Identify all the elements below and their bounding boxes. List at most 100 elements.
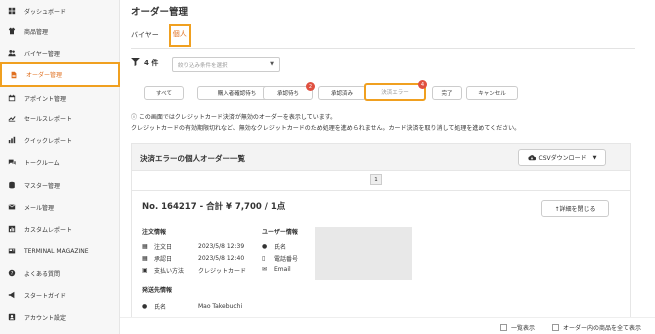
sidebar-item-label: オーダー管理 xyxy=(26,72,63,79)
sidebar-item-talk-room[interactable]: トークルーム xyxy=(0,151,120,173)
sidebar-item-buyers[interactable]: バイヤー管理 xyxy=(0,42,120,64)
mail-icon: ✉ xyxy=(262,266,268,273)
card-title: 決済エラーの個人オーダー一覧 xyxy=(140,154,245,163)
subtab-buyer[interactable]: バイヤー xyxy=(131,30,159,47)
sidebar-item-label: アポイント管理 xyxy=(24,95,67,103)
sidebar-item-label: 商品管理 xyxy=(24,28,49,36)
sidebar-item-mail[interactable]: メール管理 xyxy=(0,196,120,218)
person-icon: ● xyxy=(262,243,268,250)
sidebar-item-appointments[interactable]: アポイント管理 xyxy=(0,87,120,109)
sidebar-item-faq[interactable]: ? よくある質問 xyxy=(0,262,120,284)
divider xyxy=(132,190,630,191)
close-details-button[interactable]: ↑詳細を閉じる xyxy=(541,200,609,217)
sidebar-item-account[interactable]: アカウント設定 xyxy=(0,306,120,328)
pagination-page[interactable]: 1 xyxy=(370,174,382,185)
chevron-down-icon: ▼ xyxy=(592,154,597,161)
show-all-items-toggle[interactable]: オーダー内の商品を全て表示 xyxy=(552,323,641,332)
sidebar-item-terminal-magazine[interactable]: TERMINAL MAGAZINE xyxy=(0,240,120,262)
shirt-icon xyxy=(8,27,16,35)
bottom-bar: 一覧表示 オーダー内の商品を全て表示 xyxy=(120,317,655,334)
sidebar-item-label: よくある質問 xyxy=(24,270,61,278)
csv-download-button[interactable]: CSVダウンロード ▼ xyxy=(518,149,606,166)
person-icon: ● xyxy=(142,303,148,310)
megaphone-icon xyxy=(8,291,16,299)
users-icon xyxy=(8,49,16,57)
sidebar-item-label: スタートガイド xyxy=(24,292,67,300)
order-card: 決済エラーの個人オーダー一覧 CSVダウンロード ▼ 1 No. 164217 … xyxy=(131,143,631,334)
filter-placeholder: 絞り込み条件を選択 xyxy=(178,63,228,69)
chevron-down-icon: ▼ xyxy=(270,61,274,67)
magazine-icon xyxy=(8,247,16,255)
tab-cancel[interactable]: キャンセル xyxy=(466,86,518,100)
phone-icon: ▯ xyxy=(262,255,266,262)
count-badge: 2 xyxy=(306,82,315,91)
sidebar-item-label: バイヤー管理 xyxy=(24,50,60,58)
cloud-download-icon xyxy=(527,155,536,161)
card-header: 決済エラーの個人オーダー一覧 CSVダウンロード ▼ xyxy=(132,144,630,171)
graph-icon xyxy=(8,136,16,144)
database-icon xyxy=(8,181,16,189)
order-title: No. 164217 - 合計 ¥ 7,700 / 1点 xyxy=(142,202,286,212)
card-icon: ▣ xyxy=(142,267,148,274)
main-content: オーダー管理 バイヤー 個人 4 件 絞り込み条件を選択 ▼ すべて 購入者確認… xyxy=(120,0,655,334)
shipping-name-row: ● 氏名 Mao Takebuchi xyxy=(142,303,243,311)
mail-icon xyxy=(8,203,16,211)
sidebar-item-label: トークルーム xyxy=(24,159,60,167)
sidebar: ダッシュボード 商品管理 バイヤー管理 オーダー管理 アポイント管理 セールスレ… xyxy=(0,0,120,334)
user-info-heading: ユーザー情報 xyxy=(262,229,298,236)
tab-payment-error[interactable]: 決済エラー 4 xyxy=(364,80,427,101)
sidebar-item-quick-report[interactable]: クイックレポート xyxy=(0,129,120,151)
count-badge: 4 xyxy=(418,80,427,89)
user-name-row: ● 氏名 xyxy=(262,243,287,251)
divider xyxy=(131,48,635,49)
sidebar-item-dashboard[interactable]: ダッシュボード xyxy=(0,0,120,22)
sidebar-item-label: マスター管理 xyxy=(24,182,61,190)
order-date-row: ▦ 注文日 2023/5/8 12:39 xyxy=(142,243,245,251)
sidebar-item-label: TERMINAL MAGAZINE xyxy=(24,247,89,255)
tab-completed[interactable]: 完了 xyxy=(432,86,462,100)
calendar-icon: ▦ xyxy=(142,255,148,262)
approval-date-row: ▦ 承認日 2023/5/8 12:40 xyxy=(142,255,245,263)
filter-select[interactable]: 絞り込み条件を選択 ▼ xyxy=(172,57,280,72)
question-icon: ? xyxy=(8,269,16,277)
sidebar-item-label: カスタムレポート xyxy=(24,226,73,234)
sidebar-item-sales-report[interactable]: セールスレポート xyxy=(0,107,120,129)
user-info-redacted xyxy=(315,227,412,280)
payment-method-row: ▣ 支払い方法 クレジットカード xyxy=(142,267,247,275)
sidebar-item-custom-report[interactable]: カスタムレポート xyxy=(0,218,120,240)
sidebar-item-start-guide[interactable]: スタートガイド xyxy=(0,284,120,306)
order-info-heading: 注文情報 xyxy=(142,229,167,236)
filter-icon[interactable] xyxy=(131,58,140,68)
shipping-info-heading: 発送先情報 xyxy=(142,287,173,294)
subtabs: バイヤー 個人 xyxy=(131,24,201,47)
page-title: オーダー管理 xyxy=(131,7,189,18)
tab-awaiting-approval[interactable]: 承認待ち 2 xyxy=(263,82,315,100)
sidebar-item-label: アカウント設定 xyxy=(24,314,67,322)
report-icon xyxy=(8,225,16,233)
sidebar-item-label: セールスレポート xyxy=(24,115,73,123)
user-phone-row: ▯ 電話番号 xyxy=(262,255,299,263)
account-icon xyxy=(8,313,16,321)
notice: ⓘ この画面ではクレジットカード決済が無効のオーダーを表示しています。 クレジッ… xyxy=(131,114,521,132)
checkbox[interactable] xyxy=(552,324,559,331)
sidebar-item-label: ダッシュボード xyxy=(24,8,67,16)
info-icon: ⓘ xyxy=(131,114,139,121)
filter-row: 4 件 xyxy=(131,58,163,68)
chart-icon xyxy=(8,114,16,122)
user-email-row: ✉ Email xyxy=(262,266,291,273)
dashboard-icon xyxy=(8,7,16,15)
sidebar-item-master[interactable]: マスター管理 xyxy=(0,174,120,196)
chat-icon xyxy=(8,158,16,166)
tab-all[interactable]: すべて xyxy=(144,86,184,100)
subtab-individual[interactable]: 個人 xyxy=(168,24,191,47)
sidebar-item-label: メール管理 xyxy=(24,204,55,212)
sidebar-item-products[interactable]: 商品管理 xyxy=(0,20,120,42)
calendar-icon: ▦ xyxy=(142,243,148,250)
sidebar-item-orders[interactable]: オーダー管理 xyxy=(0,62,120,87)
tab-approved[interactable]: 承認済み xyxy=(318,86,366,100)
result-count: 4 件 xyxy=(144,59,159,67)
list-view-toggle[interactable]: 一覧表示 xyxy=(500,323,535,332)
calendar-icon xyxy=(8,94,16,102)
sidebar-item-label: クイックレポート xyxy=(24,137,73,145)
checkbox[interactable] xyxy=(500,324,507,331)
